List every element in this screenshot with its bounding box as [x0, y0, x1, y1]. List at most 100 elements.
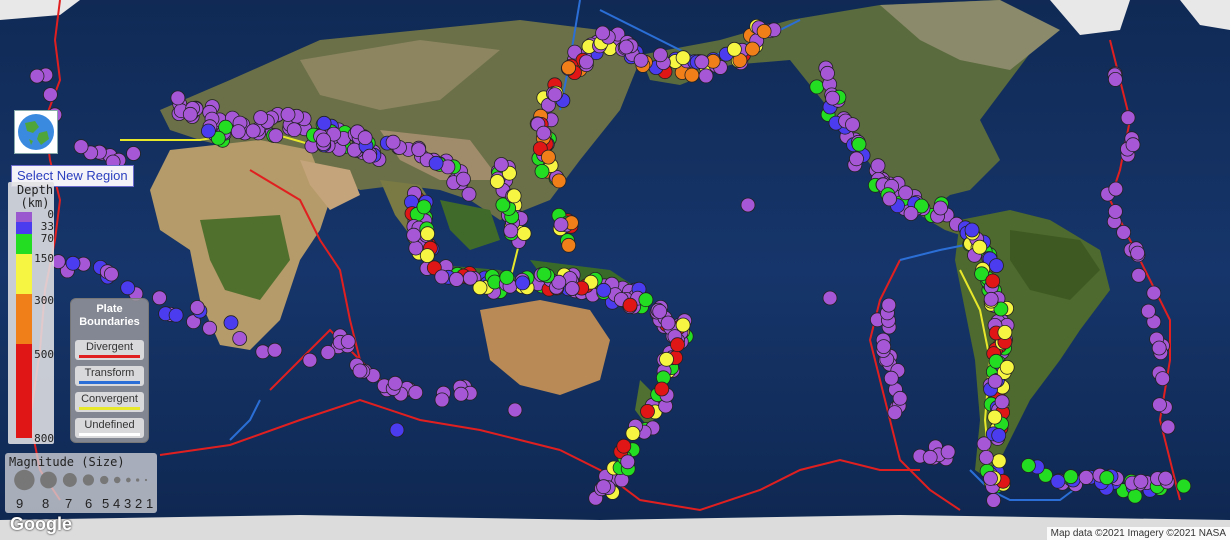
earthquake-marker[interactable] [1120, 110, 1136, 126]
earthquake-marker[interactable] [745, 41, 760, 57]
earthquake-marker[interactable] [152, 290, 167, 306]
earthquake-marker[interactable] [316, 115, 332, 131]
earthquake-marker[interactable] [1127, 488, 1143, 504]
earthquake-marker[interactable] [870, 158, 886, 174]
earthquake-marker[interactable] [65, 255, 81, 271]
earthquake-marker[interactable] [851, 136, 867, 152]
earthquake-marker[interactable] [43, 87, 58, 102]
earthquake-marker[interactable] [1155, 371, 1170, 387]
earthquake-marker[interactable] [1021, 458, 1036, 473]
earthquake-marker[interactable] [73, 139, 89, 155]
earthquake-marker[interactable] [987, 373, 1003, 389]
earthquake-marker[interactable] [1131, 267, 1147, 283]
earthquake-marker[interactable] [1108, 72, 1123, 87]
earthquake-marker[interactable] [994, 394, 1010, 410]
earthquake-marker[interactable] [434, 269, 450, 285]
earthquake-marker[interactable] [553, 217, 569, 233]
earthquake-marker[interactable] [622, 297, 638, 313]
earthquake-marker[interactable] [881, 297, 897, 313]
earthquake-marker[interactable] [411, 142, 427, 158]
earthquake-marker[interactable] [618, 39, 634, 55]
earthquake-marker[interactable] [1130, 245, 1145, 261]
earthquake-marker[interactable] [883, 370, 899, 386]
earthquake-marker[interactable] [985, 273, 1001, 289]
earthquake-marker[interactable] [999, 359, 1015, 375]
earthquake-marker[interactable] [820, 65, 835, 81]
earthquake-marker[interactable] [670, 337, 685, 353]
earthquake-marker[interactable] [991, 453, 1007, 469]
earthquake-map[interactable] [0, 0, 1230, 540]
earthquake-marker[interactable] [120, 280, 136, 296]
earthquake-marker[interactable] [1099, 470, 1115, 486]
earthquake-marker[interactable] [684, 67, 700, 83]
earthquake-marker[interactable] [653, 47, 668, 63]
earthquake-marker[interactable] [986, 492, 1001, 508]
earthquake-marker[interactable] [972, 239, 988, 255]
earthquake-marker[interactable] [564, 281, 580, 296]
earthquake-marker[interactable] [516, 226, 532, 241]
earthquake-marker[interactable] [189, 300, 205, 315]
earthquake-marker[interactable] [625, 425, 641, 441]
earthquake-marker[interactable] [104, 266, 119, 282]
earthquake-marker[interactable] [633, 52, 649, 68]
earthquake-marker[interactable] [200, 123, 216, 139]
earthquake-marker[interactable] [964, 222, 980, 238]
earthquake-marker[interactable] [536, 266, 552, 282]
earthquake-marker[interactable] [455, 171, 471, 187]
earthquake-marker[interactable] [561, 237, 577, 253]
earthquake-marker[interactable] [898, 185, 913, 201]
earthquake-marker[interactable] [675, 50, 691, 66]
earthquake-marker[interactable] [453, 386, 469, 402]
earthquake-marker[interactable] [640, 403, 655, 419]
earthquake-marker[interactable] [887, 405, 903, 421]
earthquake-marker[interactable] [385, 134, 401, 150]
earthquake-marker[interactable] [727, 41, 742, 57]
earthquake-marker[interactable] [406, 227, 422, 243]
earthquake-marker[interactable] [997, 324, 1013, 340]
earthquake-marker[interactable] [434, 392, 450, 408]
earthquake-marker[interactable] [232, 331, 248, 346]
earthquake-marker[interactable] [462, 270, 478, 286]
earthquake-marker[interactable] [1108, 181, 1124, 197]
earthquake-marker[interactable] [660, 315, 676, 331]
earthquake-marker[interactable] [822, 290, 838, 306]
earthquake-marker[interactable] [507, 402, 523, 418]
earthquake-marker[interactable] [1125, 137, 1141, 153]
earthquake-marker[interactable] [983, 291, 999, 307]
earthquake-marker[interactable] [302, 352, 318, 368]
earthquake-marker[interactable] [694, 54, 710, 70]
earthquake-marker[interactable] [449, 271, 464, 287]
earthquake-marker[interactable] [340, 334, 356, 349]
earthquake-marker[interactable] [387, 375, 403, 391]
earthquake-marker[interactable] [547, 87, 563, 102]
earthquake-marker[interactable] [1152, 397, 1167, 413]
earthquake-marker[interactable] [1146, 285, 1162, 301]
earthquake-marker[interactable] [316, 132, 331, 148]
earthquake-marker[interactable] [126, 146, 141, 161]
earthquake-marker[interactable] [420, 226, 436, 242]
earthquake-marker[interactable] [659, 351, 674, 367]
earthquake-marker[interactable] [845, 117, 860, 132]
earthquake-marker[interactable] [389, 422, 405, 438]
earthquake-marker[interactable] [506, 188, 522, 204]
earthquake-marker[interactable] [182, 106, 198, 122]
earthquake-marker[interactable] [940, 444, 956, 460]
earthquake-marker[interactable] [320, 345, 336, 360]
earthquake-marker[interactable] [168, 307, 184, 323]
earthquake-marker[interactable] [499, 269, 515, 285]
earthquake-marker[interactable] [876, 339, 892, 355]
earthquake-marker[interactable] [620, 454, 636, 470]
earthquake-marker[interactable] [922, 449, 938, 465]
earthquake-marker[interactable] [596, 282, 612, 298]
map-attribution[interactable]: Map data ©2021 Imagery ©2021 NASA [1046, 527, 1230, 540]
earthquake-marker[interactable] [903, 206, 919, 221]
earthquake-marker[interactable] [170, 90, 186, 106]
earthquake-marker[interactable] [268, 128, 284, 144]
earthquake-marker[interactable] [1176, 478, 1192, 494]
earthquake-marker[interactable] [638, 292, 654, 308]
earthquake-marker[interactable] [461, 186, 477, 202]
earthquake-marker[interactable] [616, 438, 632, 454]
earthquake-marker[interactable] [416, 199, 432, 215]
earthquake-marker[interactable] [740, 197, 756, 213]
earthquake-marker[interactable] [253, 110, 269, 125]
